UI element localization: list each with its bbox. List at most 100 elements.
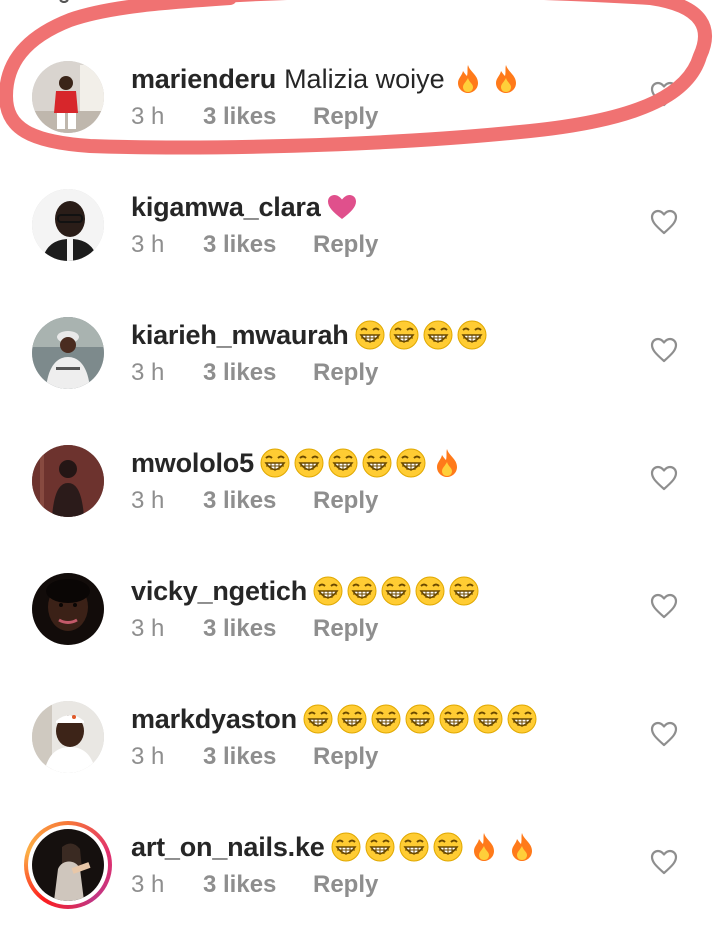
comment-time: 3 h bbox=[131, 615, 165, 642]
like-heart-icon[interactable] bbox=[650, 593, 678, 619]
username[interactable]: marienderu bbox=[131, 63, 276, 95]
avatar[interactable] bbox=[32, 445, 104, 517]
likes-count[interactable]: 3 likes bbox=[203, 487, 313, 515]
reply-button[interactable]: Reply bbox=[313, 615, 378, 643]
emoji-group bbox=[303, 704, 537, 734]
comment-text-line: art_on_nails.ke bbox=[131, 831, 539, 863]
comment-text-line: markdyaston bbox=[131, 703, 537, 735]
username[interactable]: vicky_ngetich bbox=[131, 575, 307, 607]
laughing-emoji bbox=[294, 448, 324, 478]
like-heart-icon[interactable] bbox=[650, 337, 678, 363]
comment-meta: 3 h 3 likes Reply bbox=[131, 743, 378, 771]
laughing-emoji bbox=[328, 448, 358, 478]
comment-text-line: marienderu Malizia woiye bbox=[131, 63, 523, 95]
laughing-emoji bbox=[449, 576, 479, 606]
emoji-group bbox=[327, 194, 357, 220]
emoji-group bbox=[260, 448, 464, 478]
comment-text-line: kiarieh_mwaurah bbox=[131, 319, 487, 351]
username[interactable]: kigamwa_clara bbox=[131, 191, 321, 223]
username[interactable]: markdyaston bbox=[131, 703, 297, 735]
reply-button[interactable]: Reply bbox=[313, 231, 378, 259]
fire-emoji bbox=[511, 833, 532, 861]
laughing-emoji bbox=[260, 448, 290, 478]
avatar[interactable] bbox=[32, 701, 104, 773]
laughing-emoji bbox=[433, 832, 463, 862]
likes-count[interactable]: 3 likes bbox=[203, 359, 313, 387]
emoji-group bbox=[313, 576, 479, 606]
reply-button[interactable]: Reply bbox=[313, 359, 378, 387]
laughing-emoji bbox=[457, 320, 487, 350]
username[interactable]: art_on_nails.ke bbox=[131, 831, 325, 863]
laughing-emoji bbox=[405, 704, 435, 734]
like-heart-icon[interactable] bbox=[650, 209, 678, 235]
cut-off-top-content bbox=[59, 0, 664, 6]
avatar[interactable] bbox=[32, 317, 104, 389]
reply-button[interactable]: Reply bbox=[313, 743, 378, 771]
comment-time: 3 h bbox=[131, 359, 165, 386]
comment-time: 3 h bbox=[131, 231, 165, 258]
emoji-group bbox=[331, 832, 539, 862]
laughing-emoji bbox=[389, 320, 419, 350]
reply-button[interactable]: Reply bbox=[313, 103, 378, 131]
likes-count[interactable]: 3 likes bbox=[203, 615, 313, 643]
fire-emoji bbox=[473, 833, 494, 861]
laughing-emoji bbox=[337, 704, 367, 734]
laughing-emoji bbox=[396, 448, 426, 478]
username[interactable]: kiarieh_mwaurah bbox=[131, 319, 349, 351]
reply-button[interactable]: Reply bbox=[313, 487, 378, 515]
avatar[interactable] bbox=[32, 189, 104, 261]
avatar[interactable] bbox=[32, 573, 104, 645]
comment-meta: 3 h 3 likes Reply bbox=[131, 103, 378, 131]
like-heart-icon[interactable] bbox=[650, 721, 678, 747]
comment-item: mwololo5 3 h 3 likes Reply bbox=[0, 417, 720, 545]
laughing-emoji bbox=[347, 576, 377, 606]
reply-button[interactable]: Reply bbox=[313, 871, 378, 899]
like-heart-icon[interactable] bbox=[650, 465, 678, 491]
comment-item: vicky_ngetich 3 h 3 likes Reply bbox=[0, 545, 720, 673]
laughing-emoji bbox=[331, 832, 361, 862]
laughing-emoji bbox=[313, 576, 343, 606]
comment-item: art_on_nails.ke 3 h 3 likes Reply bbox=[0, 801, 720, 929]
laughing-emoji bbox=[507, 704, 537, 734]
comment-meta: 3 h 3 likes Reply bbox=[131, 871, 378, 899]
username[interactable]: mwololo5 bbox=[131, 447, 254, 479]
comment-meta: 3 h 3 likes Reply bbox=[131, 359, 378, 387]
likes-count[interactable]: 3 likes bbox=[203, 871, 313, 899]
laughing-emoji bbox=[473, 704, 503, 734]
avatar-with-story-ring[interactable] bbox=[24, 821, 112, 909]
like-heart-icon[interactable] bbox=[650, 81, 678, 107]
emoji-group bbox=[355, 320, 487, 350]
laughing-emoji bbox=[365, 832, 395, 862]
comment-time: 3 h bbox=[131, 743, 165, 770]
comment-item: kiarieh_mwaurah 3 h 3 likes Reply bbox=[0, 289, 720, 417]
like-heart-icon[interactable] bbox=[650, 849, 678, 875]
emoji-group bbox=[451, 64, 523, 94]
laughing-emoji bbox=[439, 704, 469, 734]
comment-time: 3 h bbox=[131, 103, 165, 130]
comment-item: kigamwa_clara 3 h 3 likes Reply bbox=[0, 161, 720, 289]
laughing-emoji bbox=[362, 448, 392, 478]
laughing-emoji bbox=[381, 576, 411, 606]
comment-meta: 3 h 3 likes Reply bbox=[131, 615, 378, 643]
comment-text: Malizia woiye bbox=[284, 64, 445, 94]
comment-text-line: mwololo5 bbox=[131, 447, 464, 479]
laughing-emoji bbox=[399, 832, 429, 862]
laughing-emoji bbox=[303, 704, 333, 734]
likes-count[interactable]: 3 likes bbox=[203, 231, 313, 259]
comment-text-line: vicky_ngetich bbox=[131, 575, 479, 607]
laughing-emoji bbox=[355, 320, 385, 350]
laughing-emoji bbox=[371, 704, 401, 734]
comment-meta: 3 h 3 likes Reply bbox=[131, 231, 378, 259]
fire-emoji bbox=[495, 65, 516, 93]
comment-text-line: kigamwa_clara bbox=[131, 191, 357, 223]
likes-count[interactable]: 3 likes bbox=[203, 743, 313, 771]
fire-emoji bbox=[457, 65, 478, 93]
likes-count[interactable]: 3 likes bbox=[203, 103, 313, 131]
laughing-emoji bbox=[423, 320, 453, 350]
comment-meta: 3 h 3 likes Reply bbox=[131, 487, 378, 515]
avatar[interactable] bbox=[32, 61, 104, 133]
pink-heart-emoji bbox=[327, 195, 356, 219]
comment-item: markdyaston 3 h 3 likes Reply bbox=[0, 673, 720, 801]
fire-emoji bbox=[436, 449, 457, 477]
comment-time: 3 h bbox=[131, 487, 165, 514]
